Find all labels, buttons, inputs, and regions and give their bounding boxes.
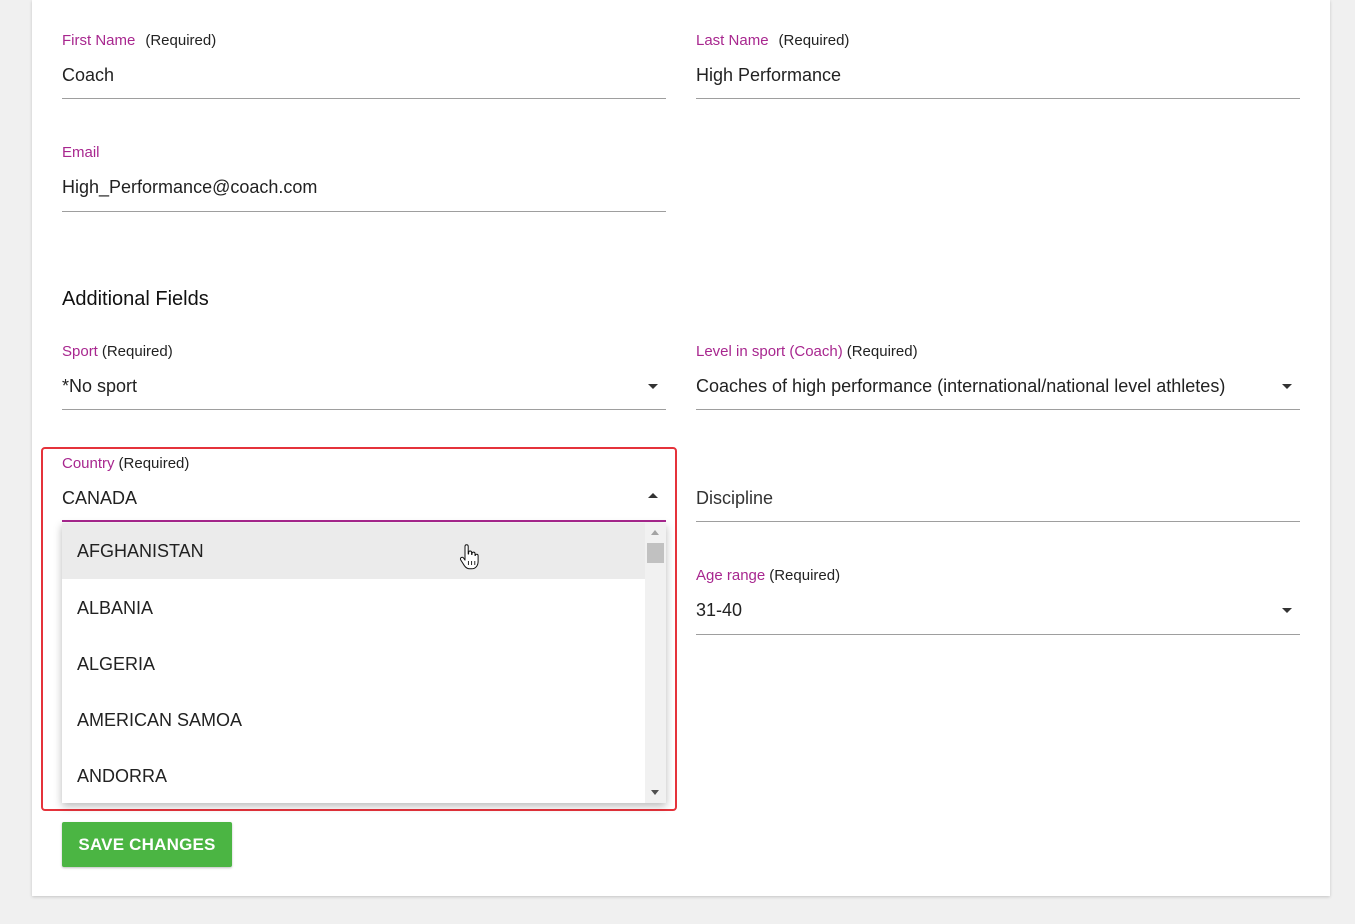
sport-required: (Required) <box>101 343 173 360</box>
last-name-label-row: Last Name (Required) <box>696 32 1300 50</box>
country-select[interactable]: Country (Required) CANADA <box>62 455 666 522</box>
email-underline <box>62 211 666 212</box>
caret-down-icon[interactable] <box>648 384 658 389</box>
first-name-input[interactable]: Coach <box>62 65 114 86</box>
last-name-field[interactable]: Last Name (Required) High Performance <box>696 32 1300 99</box>
caret-down-icon[interactable] <box>1282 384 1292 389</box>
country-option[interactable]: AMERICAN SAMOA <box>62 692 645 748</box>
level-selected-value[interactable]: Coaches of high performance (internation… <box>696 376 1225 397</box>
first-name-field[interactable]: First Name (Required) Coach <box>62 32 666 99</box>
caret-down-icon[interactable] <box>1282 608 1292 613</box>
sport-selected-value[interactable]: *No sport <box>62 376 137 397</box>
country-selected-value[interactable]: CANADA <box>62 488 137 509</box>
country-option[interactable]: ALBANIA <box>62 580 645 636</box>
last-name-input[interactable]: High Performance <box>696 65 841 86</box>
level-required: (Required) <box>846 343 918 360</box>
first-name-required: (Required) <box>145 32 217 49</box>
country-options-list[interactable]: AFGHANISTAN ALBANIA ALGERIA AMERICAN SAM… <box>62 523 666 803</box>
last-name-label: Last Name <box>696 32 769 49</box>
email-label-row: Email <box>62 144 666 162</box>
first-name-label-row: First Name (Required) <box>62 32 666 50</box>
first-name-label: First Name <box>62 32 136 49</box>
discipline-underline <box>696 521 1300 522</box>
sport-underline <box>62 409 666 410</box>
country-required: (Required) <box>118 455 190 472</box>
sport-label-row: Sport (Required) <box>62 343 666 361</box>
level-label: Level in sport (Coach) <box>696 343 843 360</box>
level-underline <box>696 409 1300 410</box>
country-label-row: Country (Required) <box>62 455 666 473</box>
hand-pointer-cursor-icon <box>459 544 479 570</box>
additional-fields-title: Additional Fields <box>62 288 209 310</box>
scroll-up-arrow-icon[interactable] <box>651 530 659 535</box>
level-label-row: Level in sport (Coach) (Required) <box>696 343 1300 361</box>
country-option[interactable]: ANDORRA <box>62 748 645 803</box>
age-range-selected-value[interactable]: 31-40 <box>696 600 742 621</box>
caret-up-icon[interactable] <box>648 493 658 498</box>
scroll-down-arrow-icon[interactable] <box>651 790 659 795</box>
last-name-underline <box>696 98 1300 99</box>
age-range-underline <box>696 634 1300 635</box>
sport-label: Sport <box>62 343 98 360</box>
level-select[interactable]: Level in sport (Coach) (Required) Coaches… <box>696 343 1300 410</box>
age-range-select[interactable]: Age range (Required) 31-40 <box>696 567 1300 635</box>
discipline-field[interactable]: Discipline <box>696 455 1300 522</box>
country-option[interactable]: AFGHANISTAN <box>62 523 645 579</box>
age-range-label: Age range <box>696 567 766 584</box>
email-label: Email <box>62 144 100 161</box>
country-list-scrollbar[interactable] <box>645 523 666 803</box>
age-range-required: (Required) <box>769 567 841 584</box>
age-range-label-row: Age range (Required) <box>696 567 1300 585</box>
email-field[interactable]: Email High_Performance@coach.com <box>62 144 666 212</box>
discipline-input-placeholder[interactable]: Discipline <box>696 488 773 509</box>
email-input[interactable]: High_Performance@coach.com <box>62 177 317 198</box>
sport-select[interactable]: Sport (Required) *No sport <box>62 343 666 410</box>
country-label: Country <box>62 455 115 472</box>
country-underline <box>62 520 666 522</box>
save-changes-button[interactable]: SAVE CHANGES <box>62 822 232 867</box>
last-name-required: (Required) <box>778 32 850 49</box>
country-option[interactable]: ALGERIA <box>62 636 645 692</box>
first-name-underline <box>62 98 666 99</box>
scrollbar-thumb[interactable] <box>647 543 664 563</box>
